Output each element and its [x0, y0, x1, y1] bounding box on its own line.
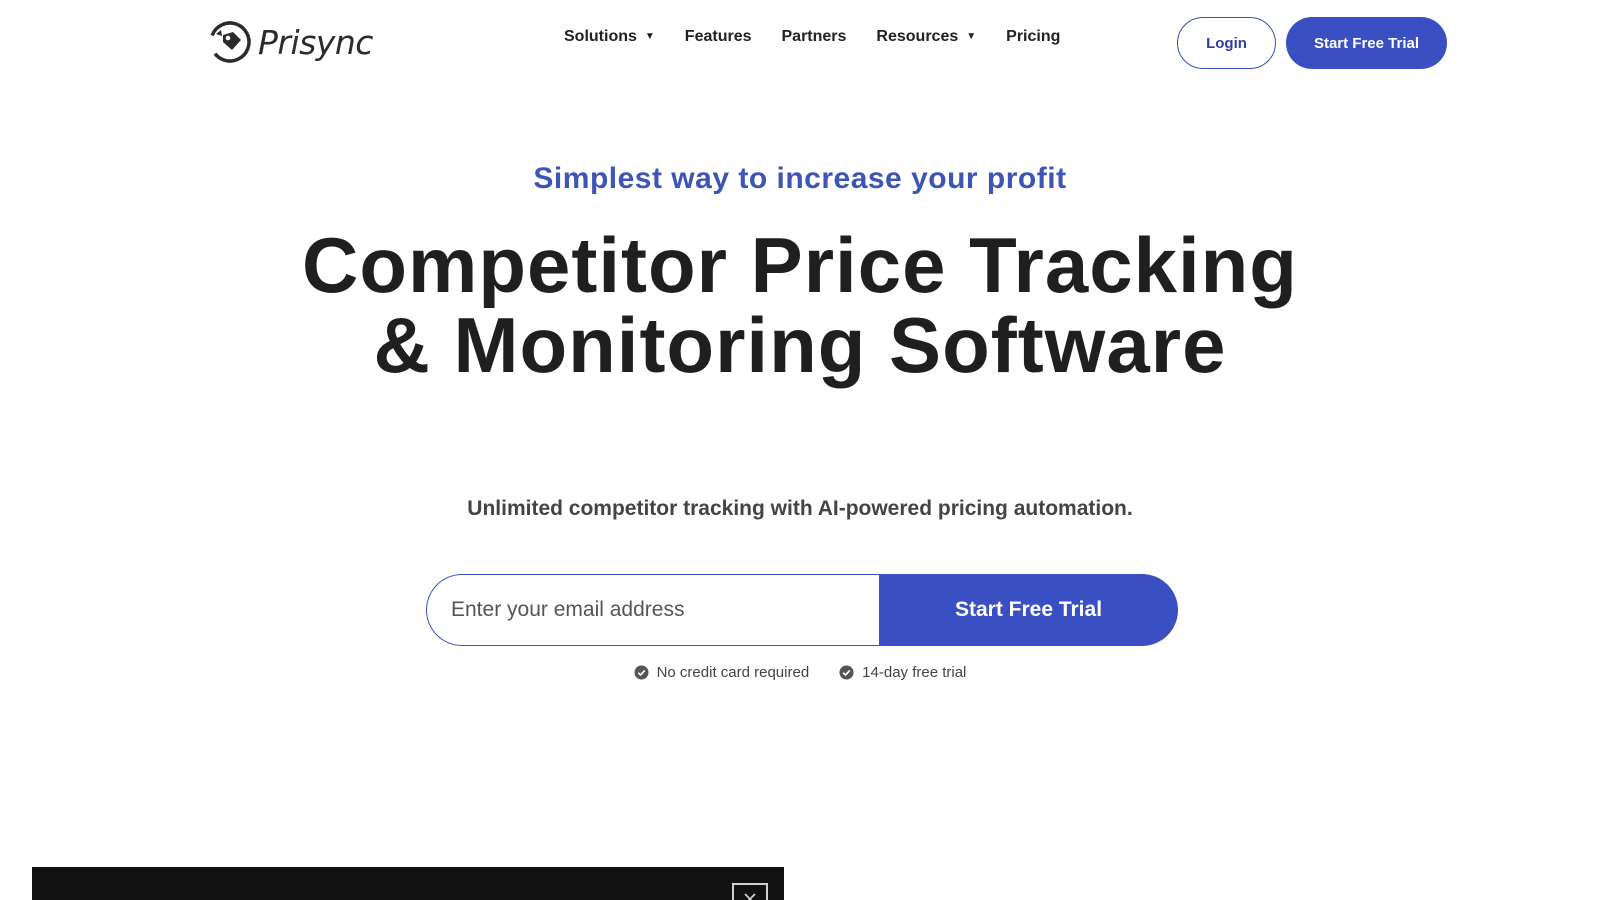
hero-tagline: Simplest way to increase your profit	[533, 162, 1067, 195]
price-tag-sync-icon	[208, 20, 252, 64]
nav-item-label: Resources	[876, 28, 959, 45]
brand-logo[interactable]: Prisync	[208, 20, 373, 64]
start-free-trial-header-button[interactable]: Start Free Trial	[1286, 17, 1447, 69]
hero-subline: Unlimited competitor tracking with AI-po…	[467, 497, 1133, 520]
caret-down-icon: ▼	[966, 31, 977, 42]
check-circle-icon	[839, 665, 854, 680]
nav-item-solutions[interactable]: Solutions ▼	[564, 28, 655, 46]
nav-item-features[interactable]: Features	[685, 28, 752, 46]
perk-free-trial: 14-day free trial	[839, 664, 966, 681]
start-free-trial-button[interactable]: Start Free Trial	[879, 574, 1178, 646]
hero-headline: Competitor Price Tracking & Monitoring S…	[302, 221, 1298, 389]
landing-page: Prisync Solutions ▼ Features Partners Re…	[0, 0, 1600, 900]
nav-item-partners[interactable]: Partners	[782, 28, 847, 46]
brand-name: Prisync	[258, 22, 373, 62]
main-nav: Solutions ▼ Features Partners Resources …	[564, 28, 1060, 46]
signup-form: Start Free Trial	[426, 574, 1178, 646]
perk-label: No credit card required	[656, 664, 810, 681]
caret-down-icon: ▼	[644, 31, 655, 42]
close-icon	[742, 891, 758, 900]
video-popup	[32, 867, 784, 900]
email-input[interactable]	[426, 574, 879, 646]
login-button[interactable]: Login	[1177, 17, 1276, 69]
nav-item-label: Features	[684, 28, 752, 45]
nav-item-label: Solutions	[564, 28, 637, 45]
perk-no-credit-card: No credit card required	[634, 664, 810, 681]
perk-label: 14-day free trial	[862, 664, 967, 681]
perk-list: No credit card required 14-day free tria…	[0, 664, 1600, 681]
nav-item-resources[interactable]: Resources ▼	[876, 28, 976, 46]
nav-item-pricing[interactable]: Pricing	[1006, 28, 1060, 46]
close-button[interactable]	[732, 883, 768, 900]
nav-item-label: Partners	[781, 28, 847, 45]
check-circle-icon	[634, 665, 649, 680]
site-header: Prisync Solutions ▼ Features Partners Re…	[0, 0, 1600, 86]
nav-item-label: Pricing	[1006, 28, 1061, 45]
